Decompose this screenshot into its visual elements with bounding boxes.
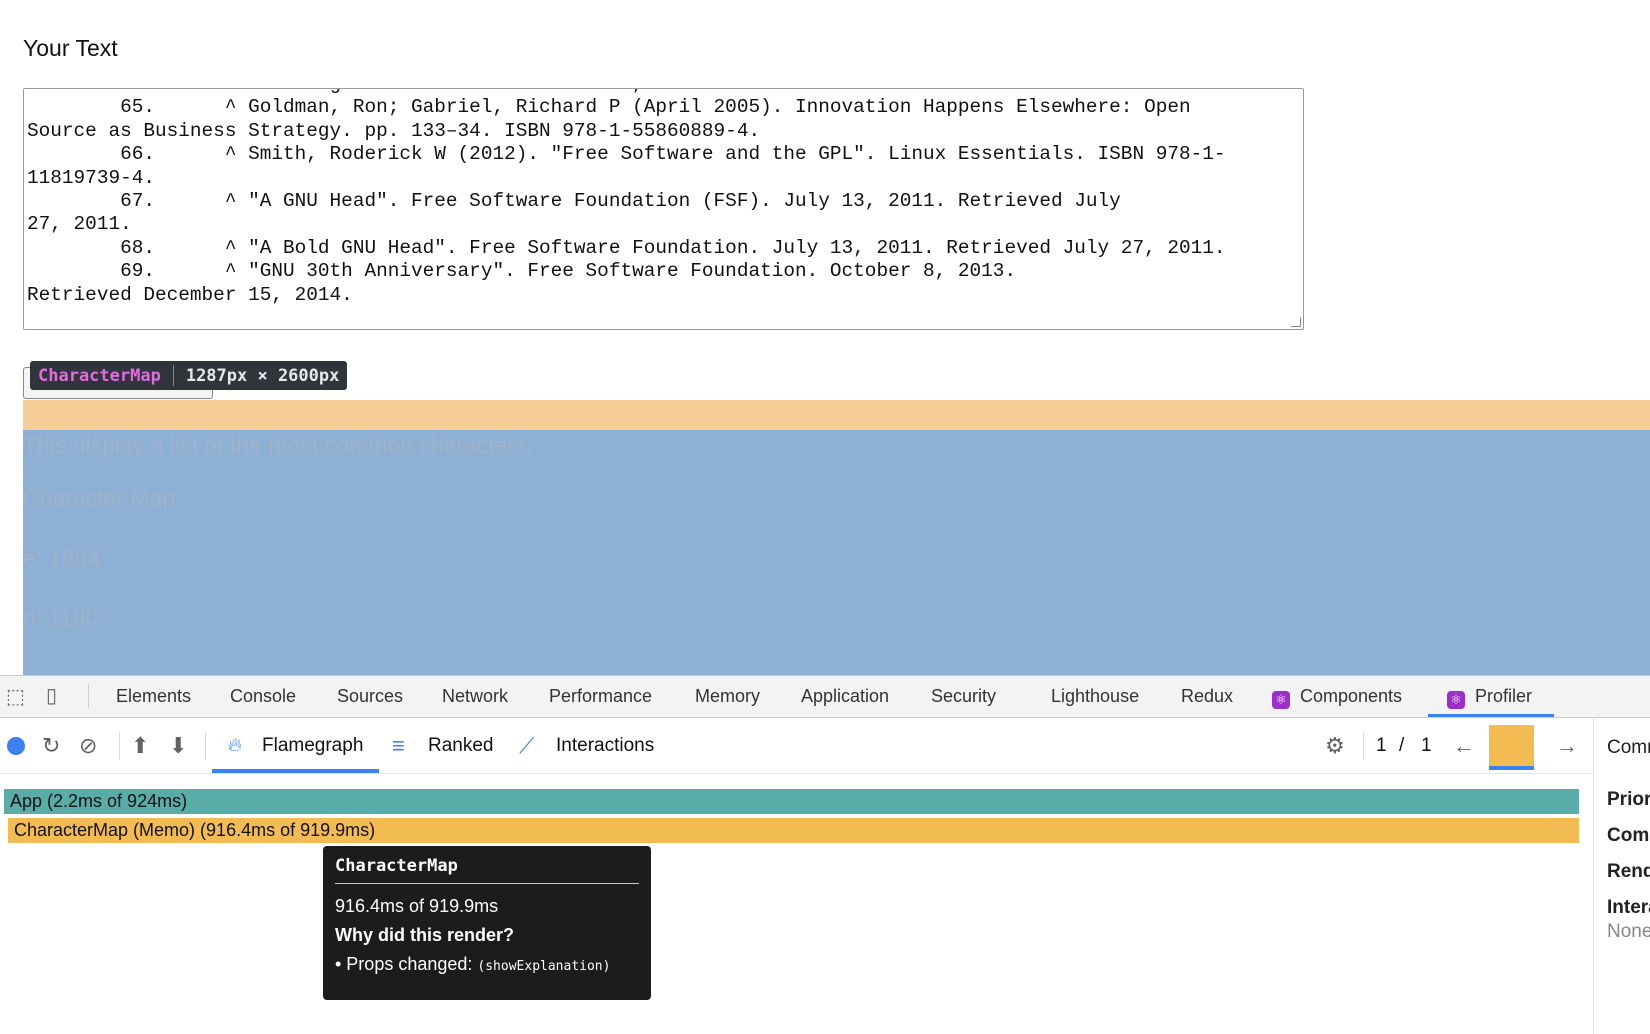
resize-handle[interactable]: [1291, 317, 1301, 327]
inspect-tooltip: CharacterMap 1287px × 2600px: [30, 361, 348, 390]
view-interactions[interactable]: Interactions: [556, 735, 654, 757]
tab-security[interactable]: Security: [931, 686, 996, 707]
devtools-tab-bar: ⬚ ▯ Elements Console Sources Network Per…: [0, 675, 1650, 718]
label-render-duration: Render duration: [1607, 861, 1650, 882]
device-toolbar-icon[interactable]: ▯: [46, 685, 57, 707]
active-tab-indicator: [1428, 714, 1554, 717]
textarea-line: 65. ^ Goldman, Ron; Gabriel, Richard P (…: [27, 96, 1191, 119]
tab-lighthouse[interactable]: Lighthouse: [1051, 686, 1139, 707]
gear-icon[interactable]: ⚙: [1325, 735, 1345, 757]
tab-sources[interactable]: Sources: [337, 686, 403, 707]
highlight-margin: [23, 400, 1650, 430]
interactions-value: None: [1607, 921, 1650, 942]
textarea-line: 69. ^ "GNU 30th Anniversary". Free Softw…: [27, 260, 1017, 283]
component-name: CharacterMap: [38, 365, 161, 386]
view-flamegraph[interactable]: Flamegraph: [262, 735, 363, 757]
label-priority: Priority: [1607, 789, 1650, 810]
flame-icon: 🔥︎: [228, 735, 242, 756]
textarea-line: Retrieved December 15, 2014.: [27, 283, 353, 306]
textarea-line: Source as Business Strategy. pp. 133–34.…: [27, 119, 761, 142]
tooltip-props-value: (showExplanation): [477, 959, 611, 974]
textarea-line: 64. ^ The Origins of Linux and the LGPL,…: [27, 89, 1300, 96]
clear-icon[interactable]: ⊘: [79, 735, 97, 757]
react-icon: ⚛: [1447, 691, 1465, 709]
textarea-line: 67. ^ "A GNU Head". Free Software Founda…: [27, 190, 1121, 213]
commit-selected-indicator: [1489, 766, 1534, 770]
reload-icon[interactable]: ↻: [42, 735, 60, 757]
flame-tooltip: CharacterMap 916.4ms of 919.9ms Why did …: [323, 846, 651, 1000]
profiler-toolbar: ↻ ⊘ ⬆ ⬇ 🔥︎ Flamegraph ≡ Ranked ⟋ Interac…: [0, 718, 1593, 774]
text-input[interactable]: 64. ^ The Origins of Linux and the LGPL,…: [23, 88, 1304, 330]
tab-redux[interactable]: Redux: [1181, 686, 1233, 707]
arrow-left-icon[interactable]: ←: [1453, 735, 1475, 757]
ranked-icon: ≡: [392, 733, 405, 758]
download-icon[interactable]: ⬇: [169, 735, 187, 757]
tooltip-why-heading: Why did this render?: [335, 925, 515, 945]
tooltip-props-label: • Props changed:: [335, 954, 473, 974]
upload-icon[interactable]: ⬆: [131, 735, 149, 757]
active-view-indicator: [212, 769, 379, 773]
record-button[interactable]: [7, 737, 25, 755]
tab-application[interactable]: Application: [801, 686, 889, 707]
tooltip-duration: 916.4ms of 919.9ms: [335, 896, 499, 916]
textarea-line: 27, 2011.: [27, 213, 132, 236]
textarea-line: 66. ^ Smith, Roderick W (2012). "Free So…: [27, 143, 1226, 166]
commit-separator: /: [1399, 735, 1405, 756]
character-count: e: 1884: [23, 545, 100, 571]
page-title: Your Text: [23, 35, 118, 61]
tab-label: Profiler: [1475, 686, 1533, 706]
label-interactions: Interactions: [1607, 897, 1650, 918]
tab-network[interactable]: Network: [442, 686, 508, 707]
description-text: This display a list of the most common c…: [23, 432, 534, 458]
commit-bar[interactable]: [1489, 725, 1534, 766]
tab-memory[interactable]: Memory: [695, 686, 760, 707]
flame-bar-app[interactable]: App (2.2ms of 924ms): [4, 789, 1579, 814]
textarea-line: 11819739-4.: [27, 166, 155, 189]
panel-header: Commit information: [1607, 737, 1650, 758]
arrow-right-icon[interactable]: →: [1556, 735, 1578, 757]
textarea-line: 68. ^ "A Bold GNU Head". Free Software F…: [27, 236, 1226, 259]
tab-components[interactable]: ⚛ Components: [1272, 686, 1402, 709]
view-ranked[interactable]: Ranked: [428, 735, 494, 757]
character-count: n: 1190: [23, 604, 99, 630]
tooltip-title: CharacterMap: [335, 856, 639, 884]
flame-bar-charactermap[interactable]: CharacterMap (Memo) (916.4ms of 919.9ms): [8, 818, 1579, 843]
character-map-heading: Character Map:: [23, 485, 182, 511]
highlight-content: This display a list of the most common c…: [23, 430, 1650, 675]
interactions-icon: ⟋: [519, 733, 535, 758]
tab-profiler[interactable]: ⚛ Profiler: [1447, 686, 1532, 709]
tab-elements[interactable]: Elements: [116, 686, 191, 707]
react-icon: ⚛: [1272, 691, 1290, 709]
component-size: 1287px × 2600px: [185, 365, 340, 386]
inspect-element-icon[interactable]: ⬚: [6, 686, 25, 708]
label-committed-at: Committed at: [1607, 825, 1650, 846]
commit-current: 1: [1376, 735, 1387, 756]
tab-performance[interactable]: Performance: [549, 686, 652, 707]
commit-total: 1: [1421, 735, 1432, 756]
tab-console[interactable]: Console: [230, 686, 296, 707]
tab-label: Components: [1300, 686, 1403, 706]
commit-info-panel: Commit information Priority Committed at…: [1593, 718, 1650, 1034]
